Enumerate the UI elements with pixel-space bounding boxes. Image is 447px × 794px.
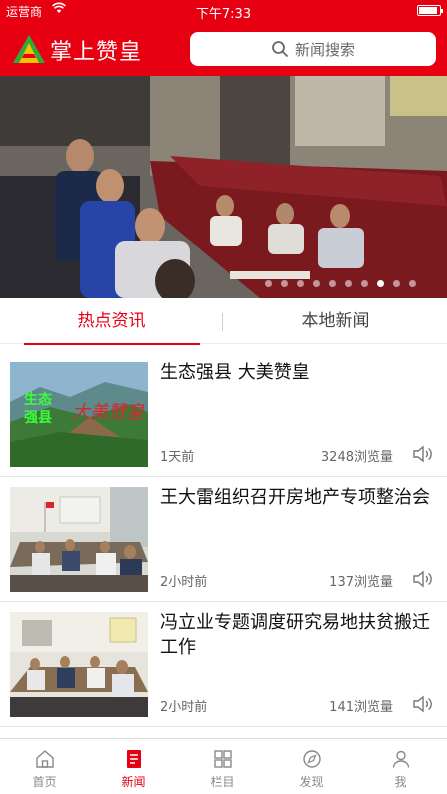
thumb-overlay-script: 大美赞皇 bbox=[72, 402, 145, 423]
speaker-icon[interactable] bbox=[412, 569, 434, 589]
speaker-icon[interactable] bbox=[412, 694, 434, 714]
tabbar-label: 栏目 bbox=[210, 775, 235, 789]
tab-local-news[interactable]: 本地新闻 bbox=[224, 298, 447, 344]
tabbar-label: 我 bbox=[394, 775, 407, 789]
bottom-tab-bar: 首页 新闻 栏目 发现 我 bbox=[0, 738, 447, 794]
tabbar-label: 新闻 bbox=[121, 775, 146, 789]
news-item[interactable]: 王大雷组织召开房地产专项整治会 2小时前 137浏览量 bbox=[0, 477, 447, 602]
carousel-dot[interactable] bbox=[377, 280, 384, 287]
news-time: 1天前 bbox=[160, 450, 195, 465]
tabbar-item-discover[interactable]: 发现 bbox=[267, 739, 356, 794]
tabbar-item-me[interactable]: 我 bbox=[356, 739, 445, 794]
active-tab-indicator bbox=[24, 343, 200, 345]
carousel-dot[interactable] bbox=[329, 280, 336, 287]
tabbar-item-columns[interactable]: 栏目 bbox=[178, 739, 267, 794]
user-icon bbox=[392, 750, 410, 768]
news-views: 3248浏览量 bbox=[320, 450, 393, 465]
banner-photo bbox=[0, 76, 447, 298]
carousel-indicator bbox=[265, 280, 416, 288]
news-views: 137浏览量 bbox=[329, 575, 393, 590]
search-icon bbox=[272, 41, 289, 58]
app-header: 掌上赞皇 新闻搜索 bbox=[0, 22, 447, 76]
news-thumbnail bbox=[10, 487, 148, 592]
grid-icon bbox=[214, 750, 232, 768]
tab-divider bbox=[222, 313, 223, 331]
carousel-dot[interactable] bbox=[265, 280, 272, 287]
news-views: 141浏览量 bbox=[329, 700, 393, 715]
app-logo-icon bbox=[13, 35, 45, 63]
carousel-dot[interactable] bbox=[313, 280, 320, 287]
thumb-overlay-text: 强县 bbox=[24, 410, 52, 426]
tabbar-label: 发现 bbox=[299, 775, 324, 789]
news-title: 冯立业专题调度研究易地扶贫搬迁工作 bbox=[160, 612, 430, 658]
status-bar: 运营商 下午7:33 bbox=[0, 0, 447, 22]
carousel-dot[interactable] bbox=[393, 280, 400, 287]
search-placeholder: 新闻搜索 bbox=[294, 40, 355, 59]
news-time: 2小时前 bbox=[160, 700, 208, 715]
carousel-dot[interactable] bbox=[297, 280, 304, 287]
news-icon bbox=[127, 750, 141, 768]
home-icon bbox=[36, 750, 54, 768]
news-thumbnail bbox=[10, 612, 148, 717]
tabbar-label: 首页 bbox=[32, 775, 57, 789]
carousel-dot[interactable] bbox=[361, 280, 368, 287]
carousel-dot[interactable] bbox=[281, 280, 288, 287]
app-title: 掌上赞皇 bbox=[50, 40, 143, 65]
tab-hot-news[interactable]: 热点资讯 bbox=[0, 298, 223, 344]
status-time: 下午7:33 bbox=[195, 7, 252, 22]
tabbar-item-home[interactable]: 首页 bbox=[0, 739, 89, 794]
news-item[interactable]: 冯立业专题调度研究易地扶贫搬迁工作 2小时前 141浏览量 bbox=[0, 602, 447, 727]
search-bar[interactable]: 新闻搜索 bbox=[190, 32, 436, 66]
speaker-icon[interactable] bbox=[412, 444, 434, 464]
tabbar-item-news[interactable]: 新闻 bbox=[89, 739, 178, 794]
carousel-dot[interactable] bbox=[409, 280, 416, 287]
news-title: 生态强县 大美赞皇 bbox=[160, 362, 310, 383]
compass-icon bbox=[303, 750, 321, 768]
news-title: 王大雷组织召开房地产专项整治会 bbox=[160, 487, 430, 508]
news-thumbnail: 生态 强县 大美赞皇 bbox=[10, 362, 148, 467]
news-time: 2小时前 bbox=[160, 575, 208, 590]
banner-carousel[interactable] bbox=[0, 76, 447, 298]
news-item[interactable]: 生态 强县 大美赞皇 生态强县 大美赞皇 1天前 3248浏览量 bbox=[0, 352, 447, 477]
thumb-overlay-text: 生态 bbox=[24, 391, 52, 408]
battery-icon bbox=[417, 5, 443, 16]
carousel-dot[interactable] bbox=[345, 280, 352, 287]
news-tabs: 热点资讯 本地新闻 bbox=[0, 298, 447, 344]
